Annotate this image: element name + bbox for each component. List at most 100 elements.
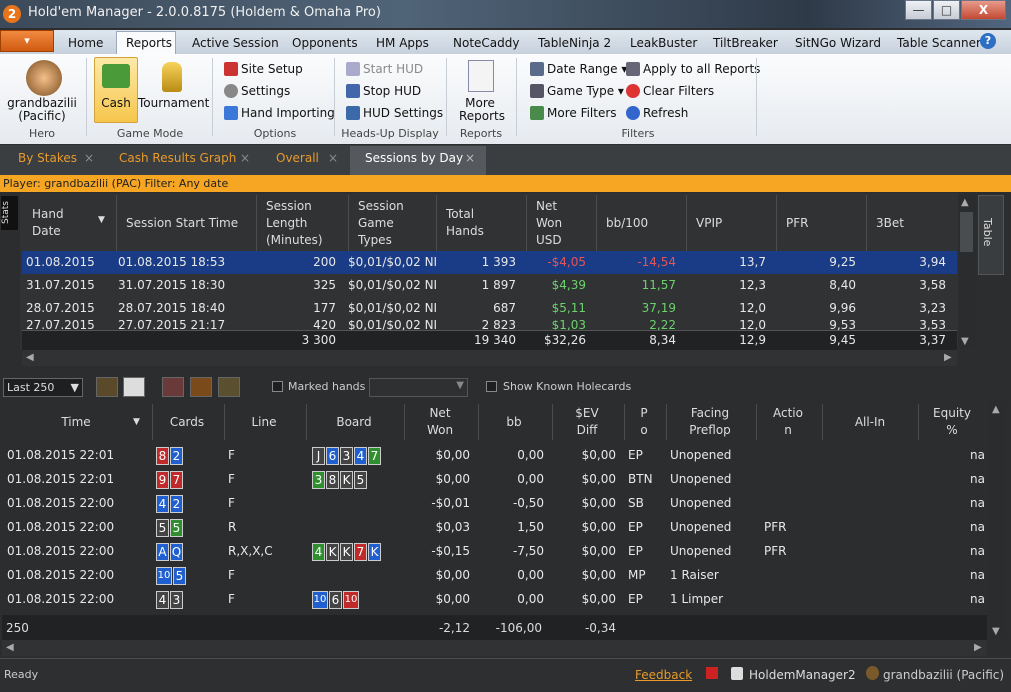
table-row[interactable]: 01.08.2015 22:01 8 2 F J 6 3 4 7 $0,00 0,00 $0,00 EP… [2, 443, 987, 467]
grid-icon[interactable] [162, 377, 184, 397]
upper-header-0[interactable]: Hand Date [32, 206, 118, 240]
marked-hands-select[interactable]: ▼ [369, 378, 468, 397]
table-row[interactable]: 28.07.2015 28.07.2015 18:40 177 $0,01/$0,02… [22, 297, 957, 320]
rewind-icon[interactable] [96, 377, 118, 397]
upper-header-4[interactable]: Total Hands [446, 206, 524, 240]
tab-notecaddy[interactable]: NoteCaddy [453, 36, 519, 50]
hero-avatar-icon[interactable] [26, 60, 62, 96]
scroll-thumb[interactable] [960, 212, 973, 252]
tab-opponents[interactable]: Opponents [292, 36, 358, 50]
flag-icon[interactable] [706, 667, 718, 679]
close-tab-icon[interactable]: × [84, 151, 94, 165]
lower-header-7[interactable]: Po [624, 405, 664, 439]
upper-hscrollbar[interactable] [22, 350, 957, 366]
lower-header-9[interactable]: Actio n [756, 405, 820, 439]
table-row[interactable]: 01.08.2015 22:00 A Q R,X,X,C 4 K K 7 K -$0,15 -7,5… [2, 539, 987, 563]
clear-filters-button[interactable]: Clear Filters [626, 84, 714, 98]
more-reports-label-2[interactable]: Reports [452, 109, 512, 123]
lower-header-4[interactable]: Net Won [404, 405, 476, 439]
sort-desc-icon[interactable]: ▼ [133, 417, 140, 427]
close-tab-icon[interactable]: × [465, 151, 475, 165]
table-row[interactable]: 01.08.2015 22:00 4 3 F 10 6 10 $0,00 0,00 $0,00 EP… [2, 587, 987, 611]
lower-header-10[interactable]: All-In [822, 414, 918, 431]
maximize-button[interactable]: □ [933, 0, 960, 20]
marked-hands-checkbox[interactable] [272, 381, 283, 392]
close-tab-icon[interactable]: × [328, 151, 338, 165]
table-side-tab[interactable]: Table [981, 218, 994, 246]
upper-header-7[interactable]: VPIP [696, 215, 776, 232]
more-filters-button[interactable]: More Filters [530, 106, 617, 120]
scroll-right-icon[interactable]: ▶ [974, 642, 982, 653]
hand-importing-button[interactable]: Hand Importing [224, 106, 335, 120]
tab-hm-apps[interactable]: HM Apps [376, 36, 429, 50]
more-reports-icon[interactable] [468, 60, 494, 92]
app-icon[interactable]: 2 [3, 5, 21, 23]
scroll-up-icon[interactable]: ▲ [961, 197, 969, 208]
tab-sitngo-wizard[interactable]: SitNGo Wizard [795, 36, 881, 50]
lower-header-6[interactable]: $EV Diff [552, 405, 622, 439]
stop-hud-button[interactable]: Stop HUD [346, 84, 421, 98]
scroll-left-icon[interactable]: ◀ [6, 642, 14, 653]
lower-header-8[interactable]: Facing Preflop [666, 405, 754, 439]
tab-leakbuster[interactable]: LeakBuster [630, 36, 697, 50]
stats-side-tab[interactable]: Stats [1, 196, 18, 230]
lower-header-2[interactable]: Line [224, 414, 304, 431]
tab-reports[interactable]: Reports [126, 36, 172, 50]
hm2-label[interactable]: HoldemManager2 [749, 668, 856, 682]
upper-header-2[interactable]: Session Length (Minutes) [266, 198, 323, 249]
status-user[interactable]: grandbazilii (Pacific) [883, 668, 1004, 682]
upper-header-5[interactable]: Net Won USD [536, 198, 596, 249]
tab-cash-results-graph[interactable]: Cash Results Graph [119, 151, 236, 165]
lower-header-0[interactable]: Time [2, 414, 150, 431]
tab-by-stakes[interactable]: By Stakes [18, 151, 77, 165]
scroll-up-icon[interactable]: ▲ [992, 404, 1000, 415]
tab-sessions-by-day[interactable]: Sessions by Day [365, 151, 463, 165]
game-type-button[interactable]: Game Type ▾ [530, 84, 624, 98]
scroll-down-icon[interactable]: ▼ [992, 626, 1000, 637]
more-reports-label[interactable]: More [452, 96, 508, 110]
lower-header-1[interactable]: Cards [152, 414, 222, 431]
lower-hscrollbar[interactable] [2, 640, 987, 656]
upper-header-1[interactable]: Session Start Time [126, 215, 260, 232]
hero-site[interactable]: (Pacific) [4, 109, 80, 123]
feedback-link[interactable]: Feedback [635, 668, 692, 682]
tab-tiltbreaker[interactable]: TiltBreaker [713, 36, 778, 50]
upper-header-9[interactable]: 3Bet [876, 215, 956, 232]
dice-icon[interactable] [123, 377, 145, 397]
settings-button[interactable]: Settings [224, 84, 290, 98]
start-hud-button[interactable]: Start HUD [346, 62, 423, 76]
show-known-holecards-checkbox[interactable] [486, 381, 497, 392]
lower-header-3[interactable]: Board [306, 414, 402, 431]
upper-header-8[interactable]: PFR [786, 215, 866, 232]
table-row[interactable]: 27.07.2015 27.07.2015 21:17 420 $0,01/$0,02… [22, 320, 957, 330]
tab-tableninja-2[interactable]: TableNinja 2 [538, 36, 611, 50]
tab-active-session[interactable]: Active Session [192, 36, 279, 50]
table-row[interactable]: 01.08.2015 22:01 9 7 F 3 8 K 5 $0,00 0,00 $0,00 BTN… [2, 467, 987, 491]
tab-home[interactable]: Home [68, 36, 103, 50]
refresh-button[interactable]: Refresh [626, 106, 688, 120]
table-row[interactable]: 01.08.2015 22:00 4 2 F -$0,01 -0,50 $0,00 SB Uno… [2, 491, 987, 515]
bar-chart-icon[interactable] [190, 377, 212, 397]
trophy-small-icon[interactable] [218, 377, 240, 397]
table-row[interactable]: 31.07.2015 31.07.2015 18:30 325 $0,01/$0,02… [22, 274, 957, 297]
tournament-button[interactable]: Tournament [138, 96, 209, 110]
hero-name[interactable]: grandbazilii [4, 96, 80, 110]
close-button[interactable]: X [961, 0, 1006, 20]
table-row[interactable]: 01.08.2015 01.08.2015 18:53 200 $0,01/$0,02… [22, 251, 957, 274]
close-tab-icon[interactable]: × [240, 151, 250, 165]
table-row[interactable]: 01.08.2015 22:00 10 5 F $0,00 0,00 $0,00 MP 1 Ra… [2, 563, 987, 587]
scroll-right-icon[interactable]: ▶ [944, 352, 952, 363]
scroll-down-icon[interactable]: ▼ [961, 336, 969, 347]
lower-header-5[interactable]: bb [478, 414, 550, 431]
lower-vscrollbar[interactable] [988, 401, 1006, 639]
tab-table-scanner-2[interactable]: Table Scanner 2 [897, 36, 992, 50]
minimize-button[interactable]: — [905, 0, 932, 20]
site-setup-button[interactable]: Site Setup [224, 62, 303, 76]
help-icon[interactable]: ? [980, 33, 996, 49]
sort-desc-icon[interactable]: ▼ [98, 215, 105, 225]
app-menu-button[interactable]: ▾ [0, 30, 54, 52]
last-hands-select[interactable]: Last 250 ▼ [3, 378, 83, 397]
hud-settings-button[interactable]: HUD Settings [346, 106, 443, 120]
table-row[interactable]: 01.08.2015 22:00 5 5 R $0,03 1,50 $0,00 EP Unope… [2, 515, 987, 539]
upper-header-3[interactable]: Session Game Types [358, 198, 432, 249]
